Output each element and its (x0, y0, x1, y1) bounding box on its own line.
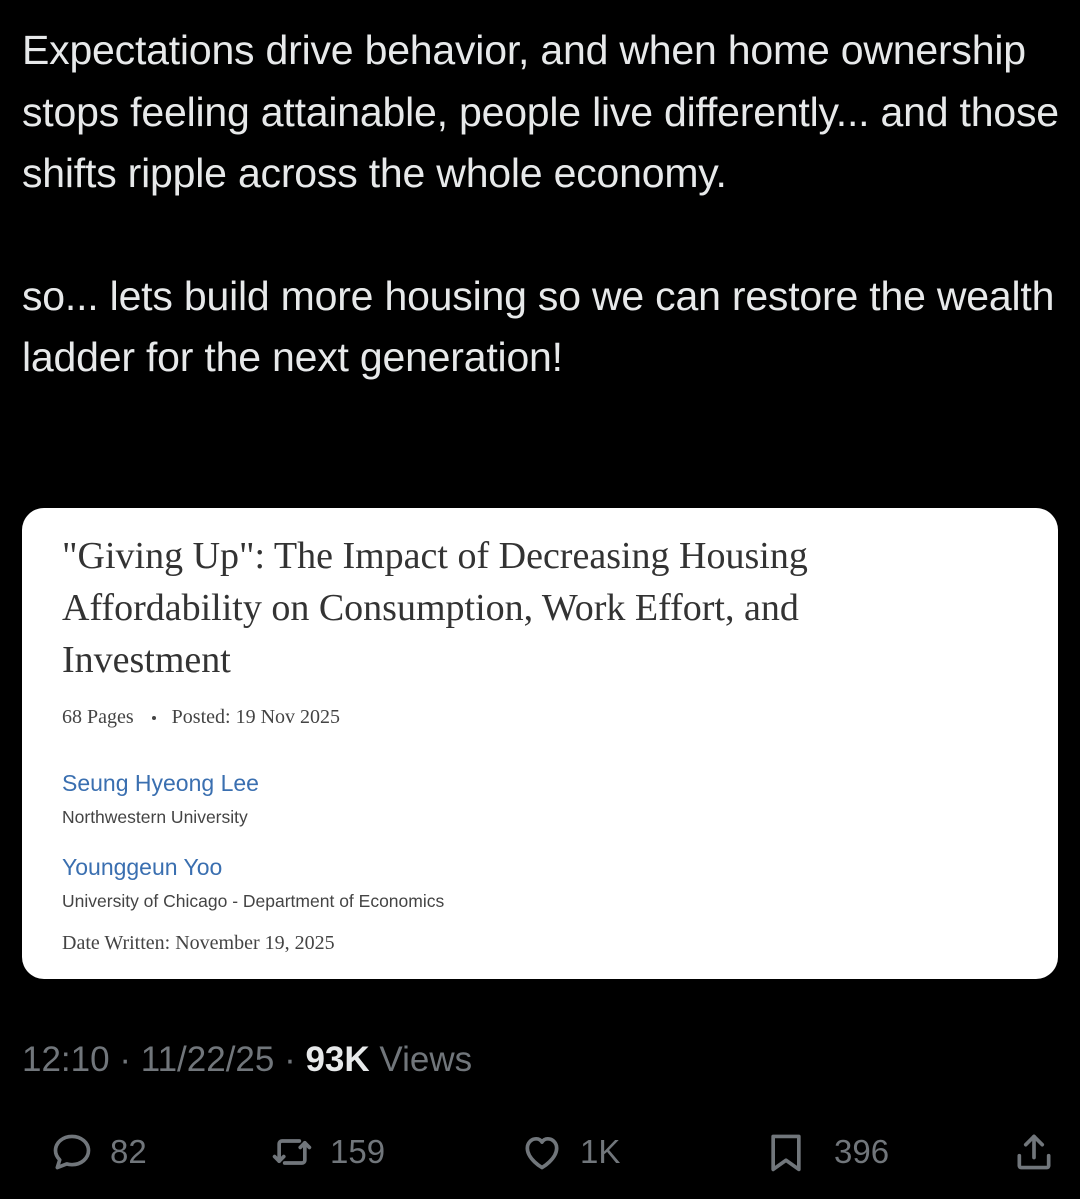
like-count: 1K (580, 1133, 621, 1170)
separator-dot (151, 715, 156, 720)
author-name[interactable]: Seung Hyeong Lee (62, 770, 259, 797)
author-name[interactable]: Younggeun Yoo (62, 854, 222, 881)
tweet-paragraph: Expectations drive behavior, and when ho… (22, 27, 1059, 196)
posted-date: Posted: 19 Nov 2025 (171, 706, 341, 728)
like-button[interactable]: 1K (520, 1130, 620, 1174)
paper-title: "Giving Up": The Impact of Decreasing Ho… (62, 535, 808, 681)
tweet-timestamp: 12:10 · 11/22/25 · 93K Views (22, 1040, 473, 1079)
reply-count: 82 (110, 1133, 147, 1170)
reply-icon (53, 1134, 91, 1170)
repost-count: 159 (330, 1133, 386, 1170)
tweet-date[interactable]: 11/22/25 (141, 1040, 275, 1079)
bookmark-button[interactable]: 396 (764, 1130, 889, 1174)
action-bar: 82 159 1K 396 (0, 1120, 1080, 1184)
paper-card[interactable]: "Giving Up": The Impact of Decreasing Ho… (22, 508, 1058, 979)
like-icon (525, 1136, 559, 1170)
share-icon (1017, 1134, 1051, 1170)
date-written: Date Written: November 19, 2025 (62, 932, 335, 954)
tweet-paragraph: so... lets build more housing so we can … (22, 272, 1055, 381)
bookmark-icon (771, 1134, 801, 1172)
paper-meta: 68 Pages Posted: 19 Nov 2025 (62, 706, 340, 729)
tweet-text: Expectations drive behavior, and when ho… (22, 20, 1062, 389)
page-count: 68 Pages (62, 706, 134, 728)
tweet-time[interactable]: 12:10 (22, 1040, 110, 1079)
views-count: 93K (305, 1040, 370, 1079)
repost-button[interactable]: 159 (270, 1130, 385, 1174)
author-affiliation: Northwestern University (62, 807, 248, 827)
author-affiliation: University of Chicago - Department of Ec… (62, 891, 445, 911)
views-label: Views (379, 1040, 473, 1079)
repost-icon (272, 1139, 312, 1165)
bookmark-count: 396 (834, 1133, 890, 1170)
reply-button[interactable]: 82 (50, 1130, 147, 1174)
share-button[interactable] (1012, 1130, 1056, 1174)
